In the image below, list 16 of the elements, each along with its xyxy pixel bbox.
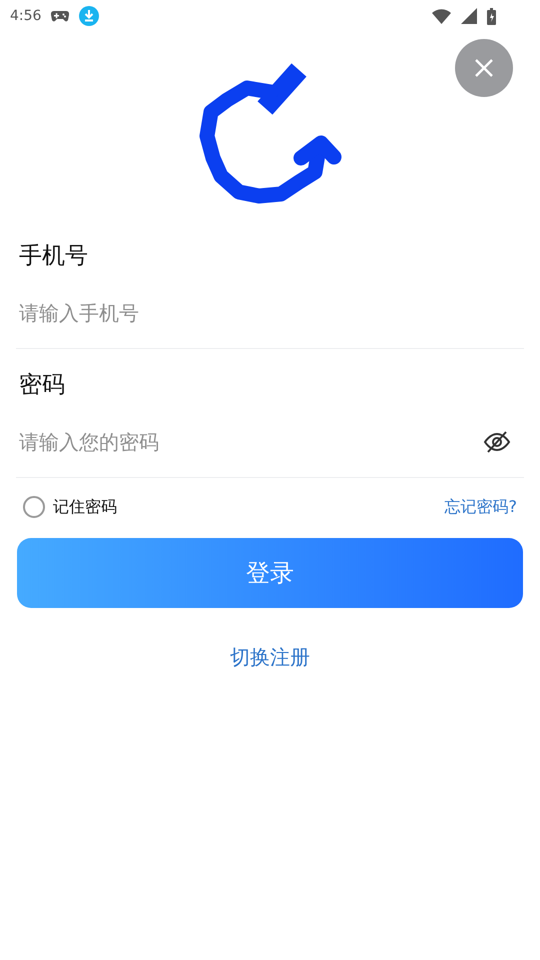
wifi-icon bbox=[432, 8, 451, 24]
password-label: 密码 bbox=[18, 371, 66, 400]
battery-icon bbox=[487, 8, 496, 24]
forgot-password-link[interactable]: 忘记密码? bbox=[444, 496, 517, 518]
remember-label: 记住密码 bbox=[53, 496, 117, 518]
close-icon bbox=[475, 59, 493, 77]
signal-icon bbox=[461, 8, 477, 24]
password-field[interactable]: 请输入您的密码 bbox=[19, 430, 483, 454]
gamepad-icon bbox=[51, 10, 70, 22]
switch-register-link[interactable]: 切换注册 bbox=[230, 644, 310, 671]
phone-label: 手机号 bbox=[18, 242, 89, 271]
remember-checkbox[interactable] bbox=[23, 496, 45, 518]
login-button[interactable]: 登录 bbox=[17, 538, 523, 608]
status-time: 4:56 bbox=[10, 8, 42, 24]
phone-field[interactable]: 请输入手机号 bbox=[19, 301, 521, 325]
download-icon bbox=[79, 6, 100, 26]
